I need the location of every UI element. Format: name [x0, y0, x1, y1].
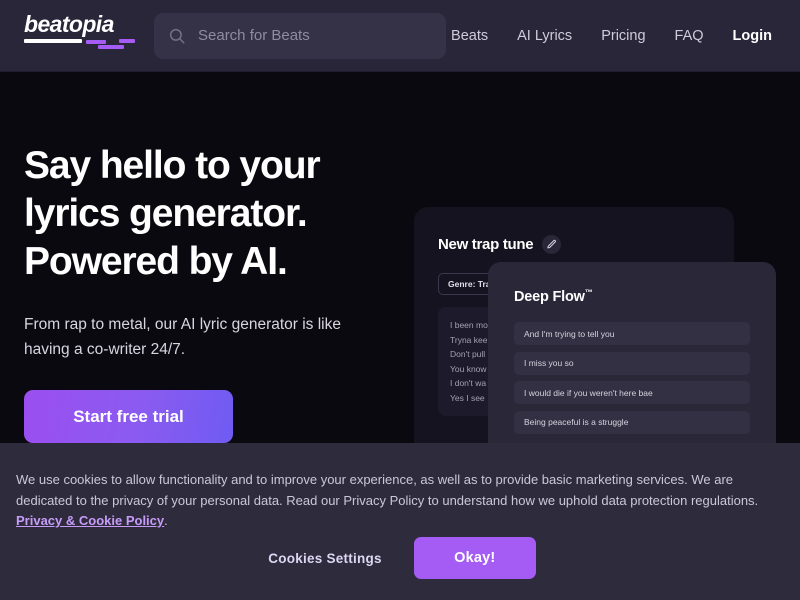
cookie-banner-body: We use cookies to allow functionality an… [16, 472, 759, 508]
list-item[interactable]: I would die if you weren't here bae [514, 381, 750, 404]
cookie-consent-banner: We use cookies to allow functionality an… [0, 443, 800, 600]
search-input[interactable] [198, 27, 432, 44]
list-item[interactable]: And I'm trying to tell you [514, 322, 750, 345]
logo-bar-purple-1 [86, 40, 106, 44]
trademark-mark: ™ [584, 288, 593, 297]
beatopia-logo[interactable]: beatopia [24, 11, 135, 58]
list-item[interactable]: Being peaceful is a struggle [514, 410, 750, 434]
cookies-accept-button[interactable]: Okay! [413, 537, 536, 579]
nav-link-pricing[interactable]: Pricing [601, 28, 645, 44]
site-header: beatopia Beats AI Lyrics Pricing FAQ Log… [0, 0, 800, 72]
cookie-banner-actions: Cookies Settings Okay! [0, 537, 800, 579]
mockup-suggestions-title: Deep Flow™ [514, 288, 593, 305]
nav-link-login[interactable]: Login [733, 28, 772, 44]
mockup-suggestion-list: And I'm trying to tell you I miss you so… [514, 322, 750, 434]
hero-copy: Say hello to your lyrics generator. Powe… [24, 142, 404, 443]
pencil-icon[interactable] [542, 235, 562, 254]
cookies-settings-button[interactable]: Cookies Settings [264, 543, 386, 574]
list-item[interactable]: I miss you so [514, 351, 750, 375]
search-icon [168, 27, 186, 45]
hero-subhead: From rap to metal, our AI lyric generato… [24, 316, 342, 358]
nav-link-beats[interactable]: Beats [451, 28, 488, 44]
mockup-track-title: New trap tune [438, 236, 534, 253]
mockup-suggestions-title-text: Deep Flow [514, 288, 585, 305]
logo-wordmark: beatopia [24, 11, 114, 37]
nav-link-ai-lyrics[interactable]: AI Lyrics [517, 28, 572, 44]
cookie-banner-trailing: . [164, 513, 168, 528]
headline-line-1: Say hello to your [24, 144, 321, 187]
start-free-trial-button[interactable]: Start free trial [24, 390, 233, 443]
headline-line-2: lyrics generator. [24, 192, 308, 235]
logo-bar-white [24, 39, 82, 43]
logo-bar-purple-3 [119, 39, 135, 43]
mockup-title-row: New trap tune [438, 235, 562, 254]
page-title: Say hello to your lyrics generator. Powe… [24, 142, 404, 286]
logo-bar-purple-2 [98, 45, 124, 49]
headline-line-3: Powered by AI. [24, 240, 288, 283]
logo-underline-bars [24, 39, 135, 49]
nav-link-faq[interactable]: FAQ [675, 28, 704, 44]
cookie-banner-text: We use cookies to allow functionality an… [16, 470, 770, 532]
primary-nav: Beats AI Lyrics Pricing FAQ Login [451, 28, 776, 44]
search-box[interactable] [154, 12, 446, 59]
privacy-cookie-policy-link[interactable]: Privacy & Cookie Policy [16, 513, 164, 528]
